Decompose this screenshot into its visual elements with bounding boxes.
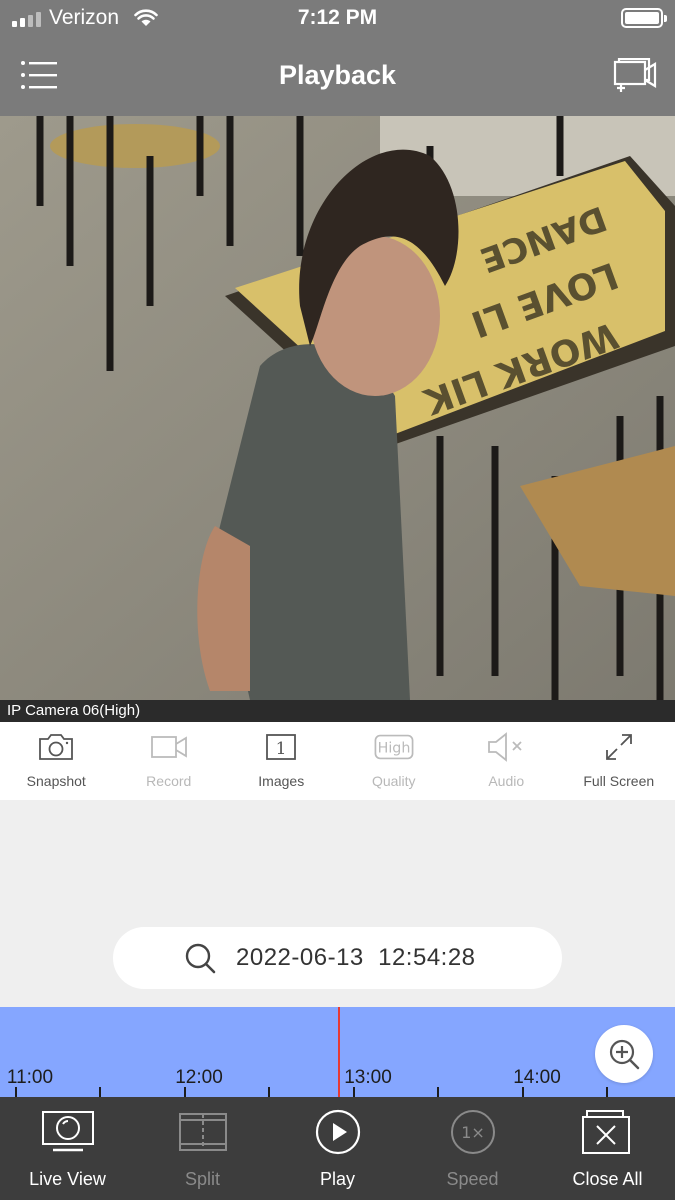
images-badge: 1	[276, 739, 287, 759]
timeline-label: 12:00	[175, 1067, 223, 1088]
camera-icon	[39, 734, 74, 760]
fullscreen-icon	[605, 734, 632, 760]
monitor-icon	[41, 1111, 94, 1152]
close-all-button[interactable]: Close All	[540, 1097, 675, 1200]
status-bar: Verizon 7:12 PM	[0, 0, 675, 38]
snapshot-button[interactable]: Snapshot	[0, 722, 113, 800]
timeline-tick	[437, 1087, 439, 1097]
close-all-label: Close All	[572, 1169, 643, 1189]
speed-icon: 1×	[450, 1110, 495, 1154]
bottom-nav: Live View Split Play 1× Speed Close All	[0, 1097, 675, 1200]
timeline-tick	[606, 1087, 608, 1097]
split-label: Split	[184, 1169, 220, 1189]
speed-label: Speed	[446, 1169, 499, 1189]
split-icon	[178, 1113, 227, 1151]
fullscreen-label: Full Screen	[583, 773, 655, 789]
timeline-tick	[353, 1087, 355, 1097]
page-title: Playback	[278, 60, 397, 90]
timeline-tick	[99, 1087, 101, 1097]
quality-button[interactable]: High Quality	[338, 722, 451, 800]
battery-icon	[621, 8, 667, 28]
timeline-tick	[522, 1087, 524, 1097]
audio-button[interactable]: Audio	[450, 722, 563, 800]
images-button[interactable]: 1 Images	[225, 722, 338, 800]
quality-label: Quality	[371, 773, 416, 789]
live-view-button[interactable]: Live View	[0, 1097, 135, 1200]
video-camera-icon	[150, 736, 187, 758]
split-button[interactable]: Split	[135, 1097, 270, 1200]
camera-label: IP Camera 06(High)	[0, 700, 675, 722]
timeline-tick	[184, 1087, 186, 1097]
close-all-icon	[581, 1110, 630, 1154]
datetime-search[interactable]: 2022-06-13 12:54:28	[113, 927, 562, 989]
timeline-label: 13:00	[344, 1067, 392, 1088]
live-view-label: Live View	[29, 1169, 106, 1189]
timeline-tick	[15, 1087, 17, 1097]
speed-badge: 1×	[461, 1123, 485, 1142]
record-button[interactable]: Record	[113, 722, 226, 800]
search-icon	[185, 943, 216, 974]
play-icon	[315, 1109, 360, 1155]
mute-icon	[488, 732, 522, 762]
snapshot-label: Snapshot	[26, 773, 86, 789]
audio-label: Audio	[488, 773, 525, 789]
quality-icon: High	[374, 734, 414, 760]
play-label: Play	[319, 1169, 355, 1189]
status-time: 7:12 PM	[297, 6, 378, 29]
datetime-value: 2022-06-13 12:54:28	[236, 944, 476, 971]
record-label: Record	[146, 773, 192, 789]
timeline-label: 11:00	[6, 1067, 54, 1088]
timeline-tick	[268, 1087, 270, 1097]
zoom-in-button[interactable]	[595, 1025, 653, 1083]
timeline-track[interactable]: 11:00 12:00 13:00 14:00	[0, 1007, 675, 1097]
quality-badge: High	[377, 741, 410, 757]
top-bar: Verizon 7:12 PM Playback	[0, 0, 675, 116]
zoom-in-icon	[609, 1039, 640, 1070]
timeline-label: 14:00	[513, 1067, 561, 1088]
play-button[interactable]: Play	[270, 1097, 405, 1200]
speed-button[interactable]: 1× Speed	[405, 1097, 540, 1200]
video-feed[interactable]: DANCE LOVE LI WORK LIK	[0, 116, 675, 700]
timeline-cursor[interactable]	[338, 1007, 340, 1097]
images-label: Images	[258, 773, 305, 789]
playback-toolbar: Snapshot Record 1 Images High Quality Au…	[0, 722, 675, 800]
camera-frame-image: DANCE LOVE LI WORK LIK	[0, 116, 675, 700]
images-icon: 1	[266, 734, 297, 760]
add-window-icon[interactable]	[613, 58, 657, 94]
fullscreen-button[interactable]: Full Screen	[563, 722, 675, 800]
